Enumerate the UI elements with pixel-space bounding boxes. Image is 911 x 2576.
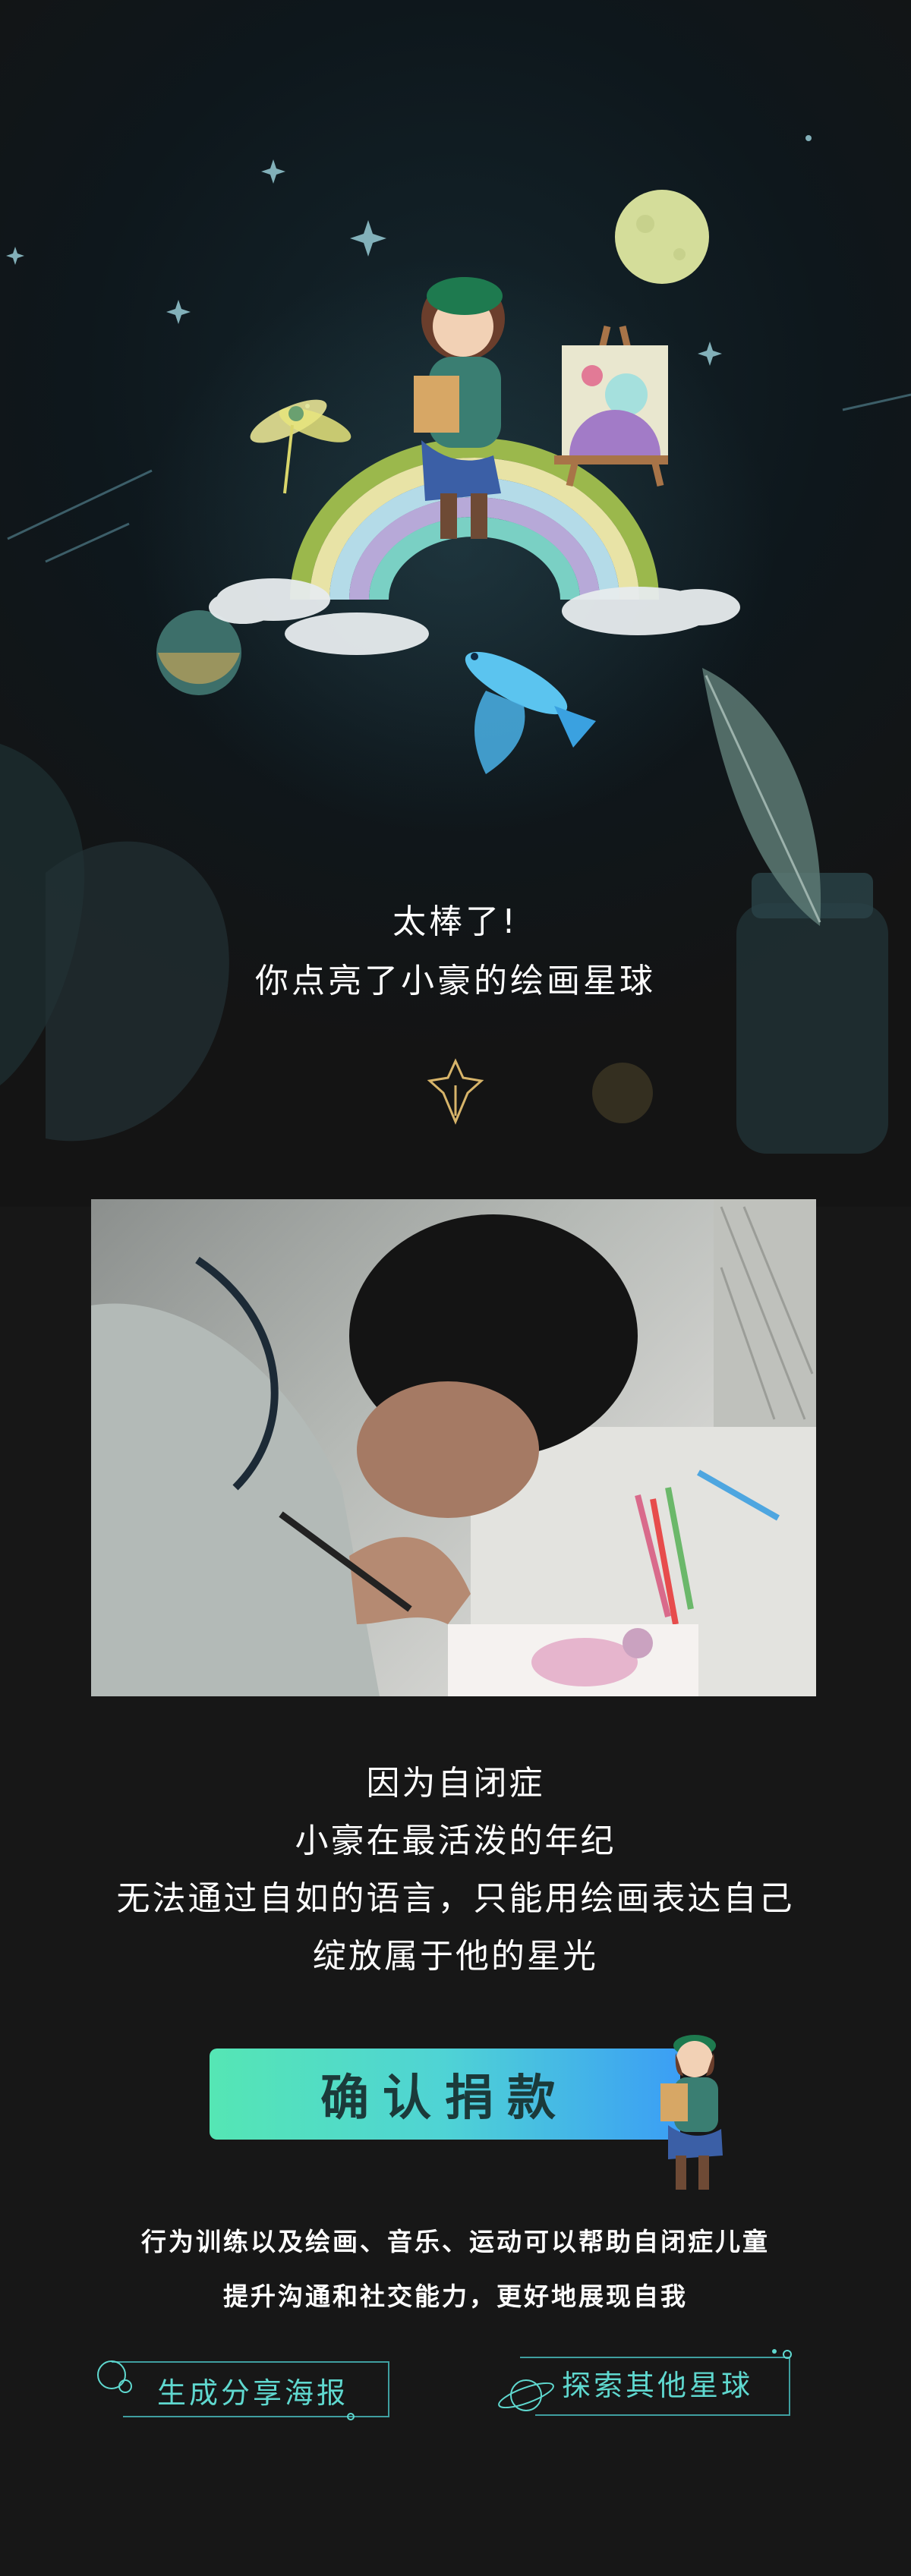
moon-icon (615, 190, 709, 284)
generate-share-poster-button[interactable]: 生成分享海报 (93, 2356, 396, 2424)
story-line-2: 小豪在最活泼的年纪 (295, 1822, 616, 1860)
story-line-4: 绽放属于他的星光 (313, 1937, 598, 1976)
hero-illustration (0, 135, 911, 1154)
story-line-1: 因为自闭症 (366, 1764, 545, 1803)
child-drawing-photo (91, 1199, 816, 1696)
girl-mascot-icon (660, 2035, 723, 2190)
star-ornament-icon (427, 1058, 484, 1125)
hero-title-line1: 太棒了! (392, 902, 519, 941)
explore-planets-label: 探索其他星球 (562, 2368, 754, 2402)
hero-section: 太棒了! 你点亮了小豪的绘画星球 (0, 0, 911, 1207)
easel-icon (554, 325, 668, 487)
info-line-2: 提升沟通和社交能力，更好地展现自我 (223, 2282, 688, 2311)
info-line-1: 行为训练以及绘画、音乐、运动可以帮助自闭症儿童 (141, 2227, 770, 2256)
hero-title-line2: 你点亮了小豪的绘画星球 (255, 962, 656, 1000)
fish-icon (465, 651, 596, 774)
story-line-3: 无法通过自如的语言，只能用绘画表达自己 (116, 1879, 795, 1918)
share-poster-label: 生成分享海报 (157, 2376, 349, 2410)
confirm-donation-button[interactable]: 确认捐款 (210, 2049, 680, 2140)
explore-other-planets-button[interactable]: 探索其他星球 (490, 2348, 801, 2417)
confirm-donation-label: 确认捐款 (320, 2071, 569, 2127)
fairy-icon (250, 399, 351, 494)
